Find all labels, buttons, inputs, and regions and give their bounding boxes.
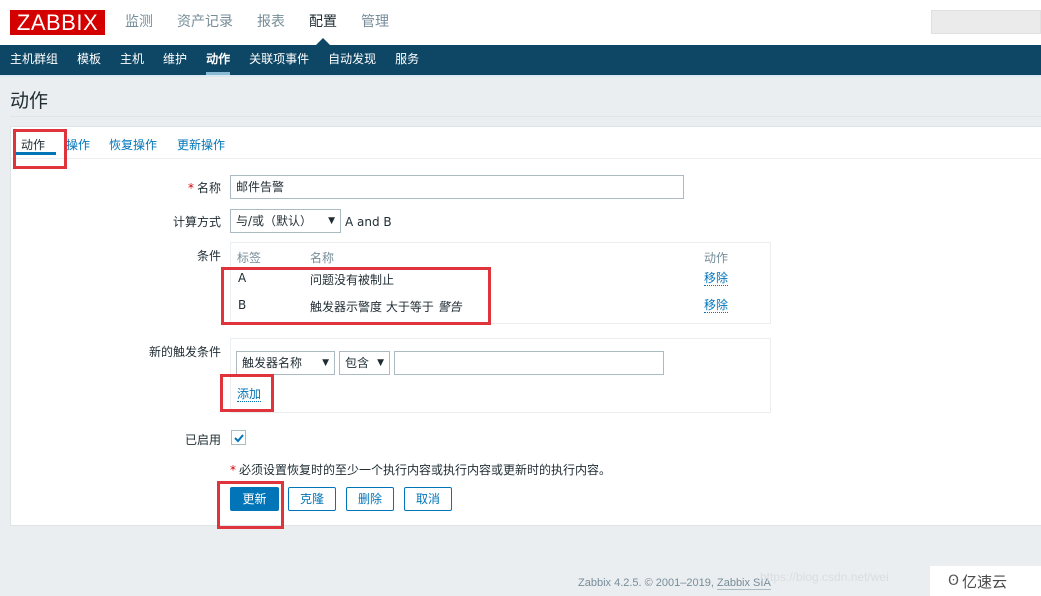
col-header-label: 标签 [237, 251, 262, 265]
cloud-logo-icon: ʘ [948, 573, 960, 589]
menu-reports[interactable]: 报表 [257, 0, 285, 45]
submenu-services[interactable]: 服务 [395, 45, 419, 75]
checkmark-icon [234, 434, 244, 443]
submenu-actions[interactable]: 动作 [206, 45, 231, 75]
brand-badge: ʘ 亿速云 [930, 566, 1041, 596]
highlight-box-add [220, 374, 274, 412]
main-menu: 监测 资产记录 报表 配置 管理 [125, 0, 413, 45]
top-bar: ZABBIX 监测 资产记录 报表 配置 管理 [0, 0, 1041, 45]
highlight-box-update [217, 481, 284, 529]
search-input[interactable] [931, 10, 1041, 34]
calc-expression: A and B [345, 215, 392, 229]
zabbix-logo[interactable]: ZABBIX [10, 10, 105, 35]
tab-operations[interactable]: 操作 [66, 136, 90, 153]
sub-menu-border [0, 75, 1041, 77]
tab-bar: 动作 操作 恢复操作 更新操作 [11, 127, 1041, 159]
highlight-box-conditions [221, 267, 491, 325]
title-divider [10, 116, 1041, 117]
tab-recovery-operations[interactable]: 恢复操作 [109, 136, 157, 153]
sub-menu: 主机群组 模板 主机 维护 动作 关联项事件 自动发现 服务 [0, 45, 1041, 75]
dropdown-arrow-icon: ▼ [322, 358, 329, 368]
footer-copyright: Zabbix 4.2.5. © 2001–2019, [578, 577, 717, 589]
page-title: 动作 [10, 90, 49, 112]
new-condition-box: 触发器名称 ▼ 包含 ▼ 添加 [230, 338, 771, 413]
required-mark: * [230, 463, 236, 477]
footer: Zabbix 4.2.5. © 2001–2019, Zabbix SIA [578, 577, 771, 590]
cancel-button[interactable]: 取消 [404, 487, 452, 511]
calc-type-select[interactable]: 与/或（默认） ▼ [230, 209, 341, 233]
condition-operator-value: 包含 [345, 356, 370, 370]
calc-type-value: 与/或（默认） [236, 214, 313, 228]
name-label-text: 名称 [196, 181, 221, 195]
menu-monitoring[interactable]: 监测 [125, 0, 153, 45]
submenu-discovery[interactable]: 自动发现 [328, 45, 376, 75]
condition-type-select[interactable]: 触发器名称 ▼ [236, 351, 335, 375]
submenu-templates[interactable]: 模板 [77, 45, 101, 75]
condition-a-remove-link[interactable]: 移除 [704, 271, 729, 286]
tab-update-operations[interactable]: 更新操作 [177, 136, 225, 153]
brand-name: 亿速云 [962, 572, 1008, 591]
enabled-checkbox[interactable] [231, 430, 246, 445]
required-note: * 必须设置恢复时的至少一个执行内容或执行内容或更新时的执行内容。 [230, 461, 611, 478]
menu-administration[interactable]: 管理 [361, 0, 389, 45]
submenu-hosts[interactable]: 主机 [120, 45, 144, 75]
condition-type-value: 触发器名称 [242, 356, 303, 370]
col-header-name: 名称 [310, 251, 335, 265]
dropdown-arrow-icon: ▼ [328, 216, 335, 226]
required-mark: * [187, 181, 194, 195]
calc-label: 计算方式 [172, 215, 221, 229]
enabled-label: 已启用 [184, 433, 221, 447]
submenu-host-groups[interactable]: 主机群组 [10, 45, 58, 75]
name-label: * 名称 [131, 179, 221, 196]
action-form-panel: 动作 操作 恢复操作 更新操作 * 名称 邮件告警 计算方式 与/或（默认） ▼ … [10, 126, 1041, 529]
conditions-label: 条件 [196, 249, 221, 263]
condition-value-input[interactable] [394, 351, 664, 375]
menu-inventory[interactable]: 资产记录 [177, 0, 233, 45]
menu-configuration[interactable]: 配置 [309, 0, 337, 45]
submenu-maintenance[interactable]: 维护 [163, 45, 187, 75]
condition-b-remove-link[interactable]: 移除 [704, 298, 729, 313]
condition-operator-select[interactable]: 包含 ▼ [339, 351, 390, 375]
dropdown-arrow-icon: ▼ [377, 358, 384, 368]
delete-button[interactable]: 删除 [346, 487, 394, 511]
watermark: https://blog.csdn.net/wei [760, 570, 889, 584]
name-input[interactable]: 邮件告警 [230, 175, 684, 199]
required-note-text: 必须设置恢复时的至少一个执行内容或执行内容或更新时的执行内容。 [239, 463, 612, 477]
submenu-event-correlation[interactable]: 关联项事件 [249, 45, 309, 75]
col-header-action: 动作 [704, 251, 729, 265]
clone-button[interactable]: 克隆 [288, 487, 336, 511]
new-condition-label: 新的触发条件 [148, 345, 221, 359]
highlight-box-tab [13, 129, 67, 169]
